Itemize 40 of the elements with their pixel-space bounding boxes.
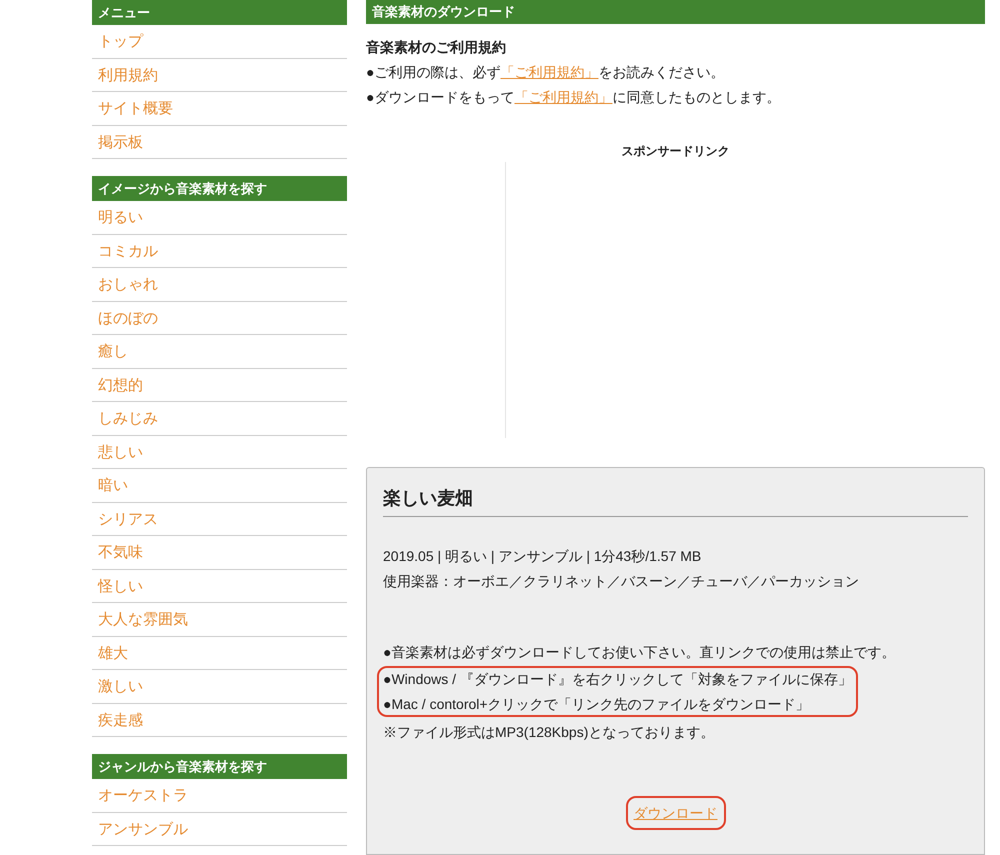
terms-link[interactable]: 「ご利用規約」 <box>514 89 612 106</box>
section-heading: メニュー <box>92 0 347 25</box>
track-meta: 使用楽器：オーボエ／クラリネット／バスーン／チューバ／パーカッション <box>383 572 860 592</box>
sidebar-link[interactable]: サイト概要 <box>92 92 347 126</box>
sidebar-link[interactable]: 大人な雰囲気 <box>92 603 347 636</box>
sidebar-link[interactable]: 雄大 <box>92 636 347 670</box>
sidebar-link[interactable]: 利用規約 <box>92 58 347 92</box>
sidebar-link[interactable]: シリアス <box>92 502 347 536</box>
sidebar-link[interactable]: アンサンブル <box>92 812 347 846</box>
terms-heading: 音楽素材のご利用規約 <box>366 38 507 58</box>
sidebar-link[interactable]: 不気味 <box>92 536 347 570</box>
sidebar-link[interactable]: 暗い <box>92 469 347 502</box>
terms-sentence: ●ダウンロードをもって「ご利用規約」に同意したものとします。 <box>366 88 782 108</box>
section-heading: 音楽素材のダウンロード <box>366 0 985 24</box>
section-heading: イメージから音楽素材を探す <box>92 176 347 201</box>
sponsor-label: スポンサードリンク <box>620 143 730 160</box>
note-text: ●Mac / contorol+クリックで「リンク先のファイルをダウンロード」 <box>383 695 811 714</box>
sidebar-link[interactable]: 悲しい <box>92 436 347 469</box>
section-heading: ジャンルから音楽素材を探す <box>92 754 347 779</box>
sidebar-link[interactable]: 怪しい <box>92 570 347 603</box>
sidebar-link[interactable]: おしゃれ <box>92 268 347 302</box>
terms-link[interactable]: 「ご利用規約」 <box>500 64 598 80</box>
sidebar-link[interactable]: 癒し <box>92 335 347 368</box>
sidebar-link[interactable]: 掲示板 <box>92 126 347 159</box>
sidebar-link[interactable]: 激しい <box>92 670 347 704</box>
sidebar-link[interactable]: 疾走感 <box>92 704 347 737</box>
sidebar-link[interactable]: しみじみ <box>92 402 347 436</box>
track-title: 楽しい麦畑 <box>383 485 968 518</box>
sidebar-link[interactable]: 明るい <box>92 201 347 234</box>
download-link[interactable]: ダウンロード <box>626 796 726 830</box>
terms-sentence: ●ご利用の際は、必ず「ご利用規約」をお読みください。 <box>366 63 726 82</box>
sidebar-link[interactable]: ほのぼの <box>92 302 347 335</box>
note-text: ●Windows / 『ダウンロード』を右クリックして「対象をファイルに保存」 <box>383 670 852 690</box>
sidebar-link[interactable]: コミカル <box>92 234 347 268</box>
sidebar-link[interactable]: オーケストラ <box>92 779 347 812</box>
track-meta: 2019.05 | 明るい | アンサンブル | 1分43秒/1.57 MB <box>383 547 702 566</box>
note-text: ●音楽素材は必ずダウンロードしてお使い下さい。直リンクでの使用は禁止です。 <box>383 643 896 662</box>
note-text: ※ファイル形式はMP3(128Kbps)となっております。 <box>383 723 714 742</box>
sidebar-link[interactable]: 幻想的 <box>92 368 347 402</box>
sidebar-link[interactable]: トップ <box>92 25 347 58</box>
